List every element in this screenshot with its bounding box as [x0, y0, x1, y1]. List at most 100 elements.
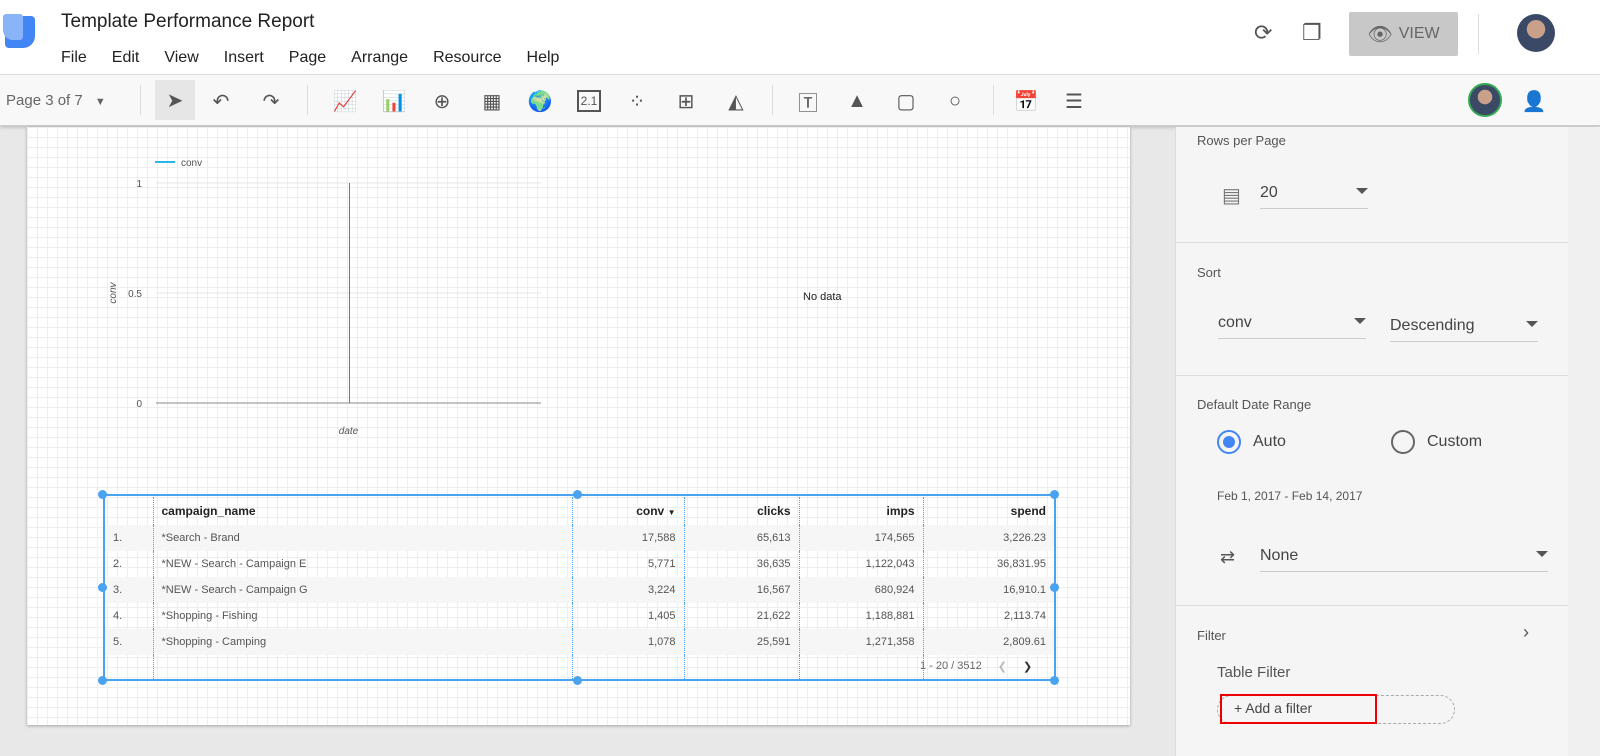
- auto-radio[interactable]: Auto: [1217, 430, 1286, 454]
- row-number: 1.: [105, 525, 153, 551]
- chevron-right-icon[interactable]: ›: [1523, 622, 1529, 643]
- resize-handle[interactable]: [1050, 676, 1059, 685]
- scorecard-icon[interactable]: 2.1: [571, 83, 607, 119]
- column-header-imps[interactable]: imps: [798, 497, 923, 525]
- undo-icon[interactable]: ↶: [203, 83, 239, 119]
- y-tick-label: 0.5: [128, 289, 142, 300]
- divider: [1478, 14, 1479, 54]
- circle-icon[interactable]: ○: [937, 83, 973, 119]
- rows-per-page-dropdown[interactable]: 20: [1260, 184, 1368, 209]
- conv-cell: 17,588: [571, 525, 684, 551]
- filter-control-icon[interactable]: ☰: [1056, 83, 1092, 119]
- sort-section: Sort conv Descending: [1176, 243, 1569, 376]
- y-tick-label: 0: [136, 399, 142, 410]
- next-page-icon[interactable]: ❯: [1023, 660, 1032, 673]
- menu-arrange[interactable]: Arrange: [351, 49, 408, 67]
- account-avatar[interactable]: [1517, 14, 1555, 52]
- resize-handle[interactable]: [1050, 490, 1059, 499]
- share-add-person-icon[interactable]: 👤: [1516, 83, 1552, 119]
- table-row[interactable]: 5. *Shopping - Camping 1,078 25,591 1,271,35…: [105, 629, 1054, 655]
- imps-cell: 1,122,043: [798, 551, 923, 577]
- resize-handle[interactable]: [573, 676, 582, 685]
- report-title[interactable]: Template Performance Report: [61, 11, 314, 33]
- menu-view[interactable]: View: [164, 49, 198, 67]
- view-button[interactable]: 👁 VIEW: [1349, 12, 1458, 56]
- table-header-row: campaign_name conv ▼ clicks imps spend: [105, 497, 1054, 525]
- scatter-chart-icon[interactable]: ⁘: [619, 83, 655, 119]
- table-chart[interactable]: campaign_name conv ▼ clicks imps spend 1…: [103, 494, 1056, 681]
- spend-cell: 36,831.95: [922, 551, 1054, 577]
- data-studio-logo[interactable]: [3, 14, 35, 48]
- bullet-chart-icon[interactable]: ⊞: [668, 83, 704, 119]
- menu-resource[interactable]: Resource: [433, 49, 501, 67]
- add-filter-button[interactable]: + Add a filter: [1220, 694, 1377, 724]
- redo-icon[interactable]: ↷: [253, 83, 289, 119]
- resize-handle[interactable]: [98, 490, 107, 499]
- menu-edit[interactable]: Edit: [112, 49, 140, 67]
- bar-chart-icon[interactable]: 📊: [376, 83, 412, 119]
- chevron-down-icon: [1354, 318, 1366, 324]
- spend-cell: 3,226.23: [922, 525, 1054, 551]
- chevron-down-icon: [1536, 551, 1548, 557]
- report-canvas[interactable]: conv 1 0.5 0 date conv No data campaign_name …: [27, 127, 1130, 725]
- menu-page[interactable]: Page: [289, 49, 326, 67]
- comparison-dropdown[interactable]: None: [1260, 547, 1548, 572]
- page-selector[interactable]: Page 3 of 7 ▼: [6, 92, 106, 109]
- custom-radio[interactable]: Custom: [1391, 430, 1482, 454]
- column-header-clicks[interactable]: clicks: [683, 497, 799, 525]
- area-chart-icon[interactable]: ◭: [718, 83, 754, 119]
- rows-per-page-section: Rows per Page ▤ 20: [1176, 127, 1569, 243]
- menu-insert[interactable]: Insert: [224, 49, 264, 67]
- sort-field-dropdown[interactable]: conv: [1218, 314, 1366, 339]
- filter-section: Filter › Table Filter + Add a filter: [1176, 606, 1569, 756]
- sort-label: Sort: [1197, 265, 1221, 280]
- sort-field-value: conv: [1218, 314, 1252, 331]
- refresh-icon[interactable]: ⟳: [1254, 20, 1272, 46]
- image-icon[interactable]: ▲: [839, 83, 875, 119]
- panel-scrollbar[interactable]: [1568, 127, 1600, 756]
- imps-cell: 1,271,358: [798, 629, 923, 655]
- rectangle-icon[interactable]: ▢: [888, 83, 924, 119]
- scorecard-glyph: 2.1: [576, 90, 602, 112]
- table-row[interactable]: 2. *NEW - Search - Campaign E 5,771 36,635 1…: [105, 551, 1054, 577]
- copy-icon[interactable]: ❐: [1302, 20, 1322, 46]
- table-filter-label: Table Filter: [1217, 664, 1291, 681]
- table-row[interactable]: 1. *Search - Brand 17,588 65,613 174,565 3,22…: [105, 525, 1054, 551]
- properties-panel: Rows per Page ▤ 20 Sort conv Descending …: [1175, 127, 1569, 756]
- comparison-icon: ⇄: [1220, 547, 1236, 567]
- sort-order-dropdown[interactable]: Descending: [1390, 317, 1538, 342]
- time-series-icon[interactable]: 📈: [327, 83, 363, 119]
- menu-file[interactable]: File: [61, 49, 87, 67]
- row-number: 5.: [105, 629, 153, 655]
- resize-handle[interactable]: [1050, 583, 1059, 592]
- column-header-conv[interactable]: conv ▼: [571, 497, 684, 525]
- app-header: Template Performance Report File Edit Vi…: [0, 0, 1600, 75]
- pie-chart-icon[interactable]: ⊕: [424, 83, 460, 119]
- resize-handle[interactable]: [98, 676, 107, 685]
- campaign-name-cell: *Search - Brand: [152, 525, 572, 551]
- geo-map-icon[interactable]: 🌍: [522, 83, 558, 119]
- prev-page-icon[interactable]: ❮: [998, 660, 1007, 673]
- legend-label: conv: [181, 158, 202, 169]
- date-range-value: Feb 1, 2017 - Feb 14, 2017: [1217, 489, 1363, 503]
- column-header-spend[interactable]: spend: [922, 497, 1054, 525]
- table-row[interactable]: 3. *NEW - Search - Campaign G 3,224 16,567 6…: [105, 577, 1054, 603]
- y-tick-label: 1: [136, 179, 142, 190]
- resize-handle[interactable]: [98, 583, 107, 592]
- date-range-icon[interactable]: 📅: [1008, 83, 1044, 119]
- table-row[interactable]: 4. *Shopping - Fishing 1,405 21,622 1,188,88…: [105, 603, 1054, 629]
- table-icon[interactable]: ▦: [474, 83, 510, 119]
- radio-unchecked-icon: [1391, 430, 1415, 454]
- no-data-label: No data: [803, 291, 842, 303]
- resize-handle[interactable]: [573, 490, 582, 499]
- auto-label: Auto: [1253, 433, 1286, 450]
- text-box-icon[interactable]: 🅃: [790, 83, 826, 119]
- select-tool-icon[interactable]: ➤: [155, 80, 195, 120]
- time-series-chart[interactable]: conv 1 0.5 0 date conv: [97, 147, 557, 447]
- custom-label: Custom: [1427, 433, 1483, 450]
- campaign-name-cell: *NEW - Search - Campaign G: [152, 577, 572, 603]
- column-header-campaign-name[interactable]: campaign_name: [152, 497, 572, 525]
- conv-cell: 1,078: [571, 629, 684, 655]
- menu-help[interactable]: Help: [527, 49, 560, 67]
- imps-cell: 680,924: [798, 577, 923, 603]
